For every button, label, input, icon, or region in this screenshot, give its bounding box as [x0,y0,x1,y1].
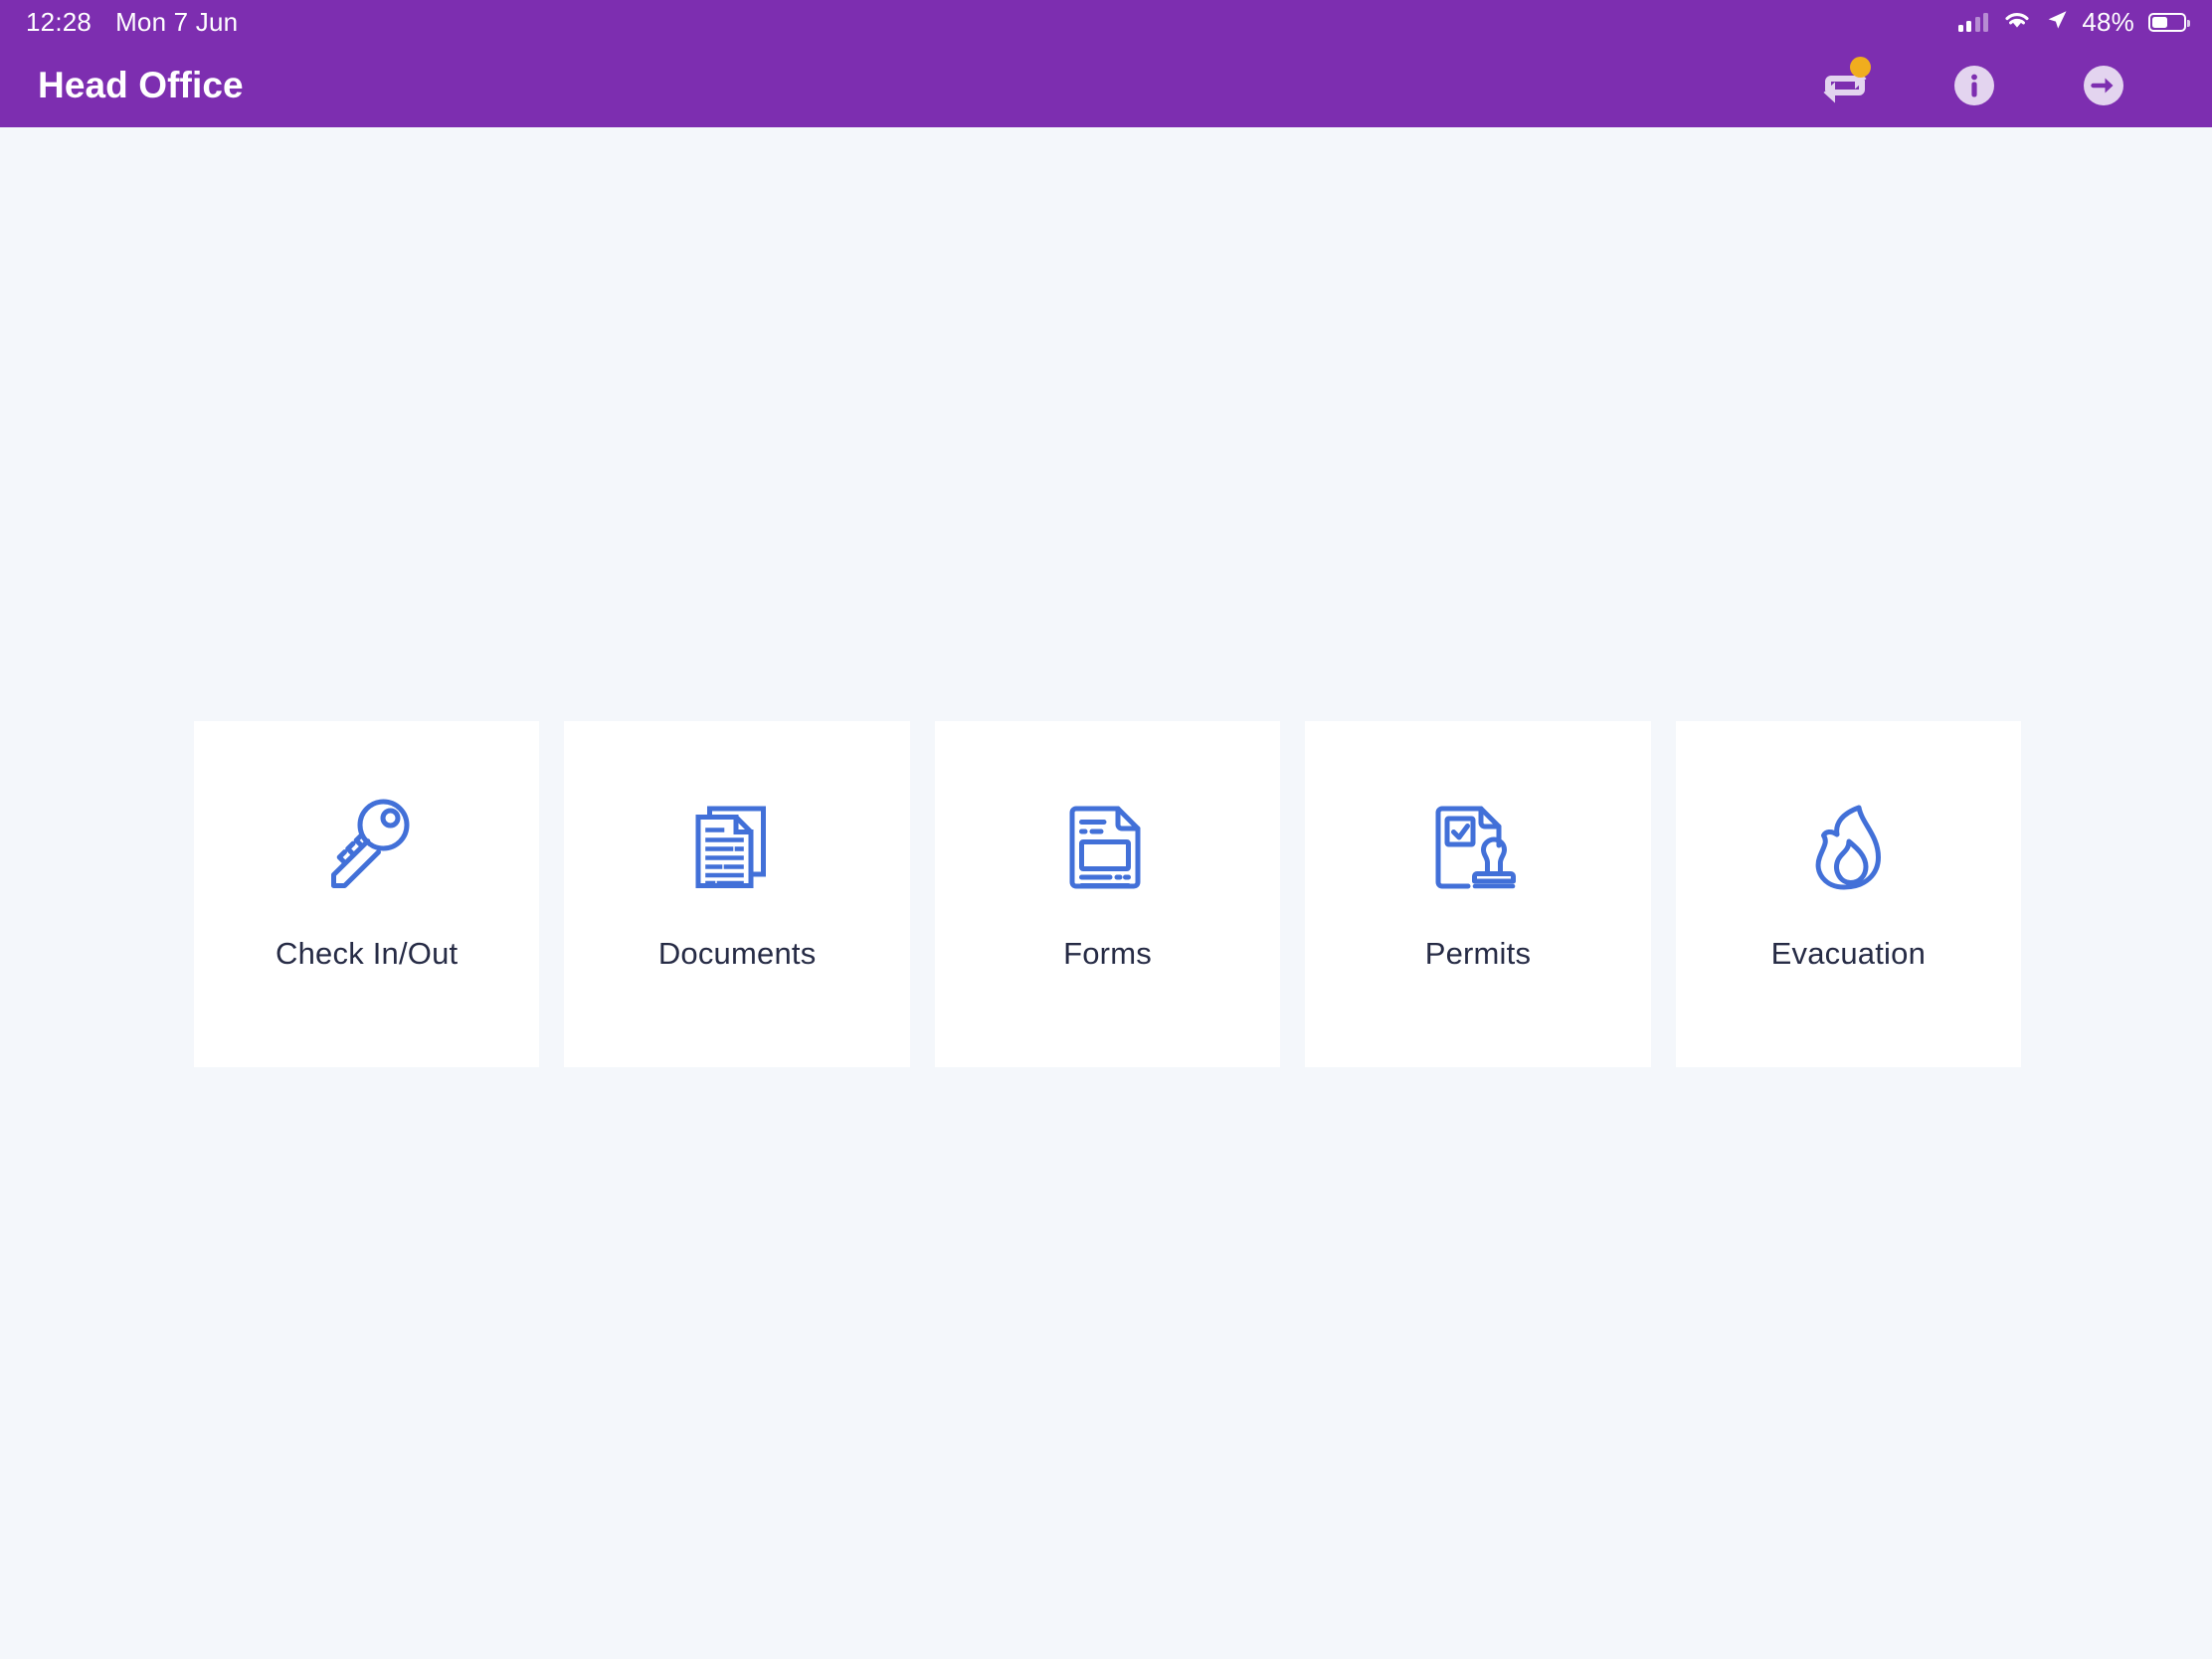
tile-label: Permits [1425,938,1531,969]
status-time: 12:28 [26,7,92,38]
tile-evacuation[interactable]: Evacuation [1676,721,2021,1067]
app-header: Head Office [0,44,2212,127]
status-bar-right: 48% [1958,7,2186,38]
tile-label: Check In/Out [276,938,458,969]
location-arrow-icon [2046,9,2068,36]
status-date: Mon 7 Jun [115,7,238,38]
tile-forms[interactable]: Forms [935,721,1280,1067]
wifi-icon [2002,9,2032,36]
sign-out-button[interactable] [2077,59,2130,112]
status-bar: 12:28 Mon 7 Jun 48% [0,0,2212,44]
tile-check-in-out[interactable]: Check In/Out [194,721,539,1067]
stamp-document-icon [1419,783,1537,900]
main-content: Check In/Out [0,127,2212,1659]
tile-documents[interactable]: Documents [564,721,909,1067]
page-title: Head Office [38,65,244,106]
info-button[interactable] [1947,59,2001,112]
sync-button[interactable] [1818,59,1872,112]
documents-icon [678,783,796,900]
tile-label: Forms [1063,938,1152,969]
tile-label: Evacuation [1771,938,1926,969]
flame-icon [1789,783,1907,900]
tile-permits[interactable]: Permits [1305,721,1650,1067]
battery-icon [2148,13,2186,32]
form-icon [1049,783,1167,900]
tile-label: Documents [658,938,817,969]
key-icon [308,783,426,900]
sync-notification-badge [1850,57,1871,78]
header-actions [1818,59,2178,112]
tile-grid: Check In/Out [194,721,2021,1067]
status-bar-left: 12:28 Mon 7 Jun [26,7,238,38]
cellular-signal-icon [1958,12,1989,32]
battery-percent: 48% [2082,7,2134,38]
